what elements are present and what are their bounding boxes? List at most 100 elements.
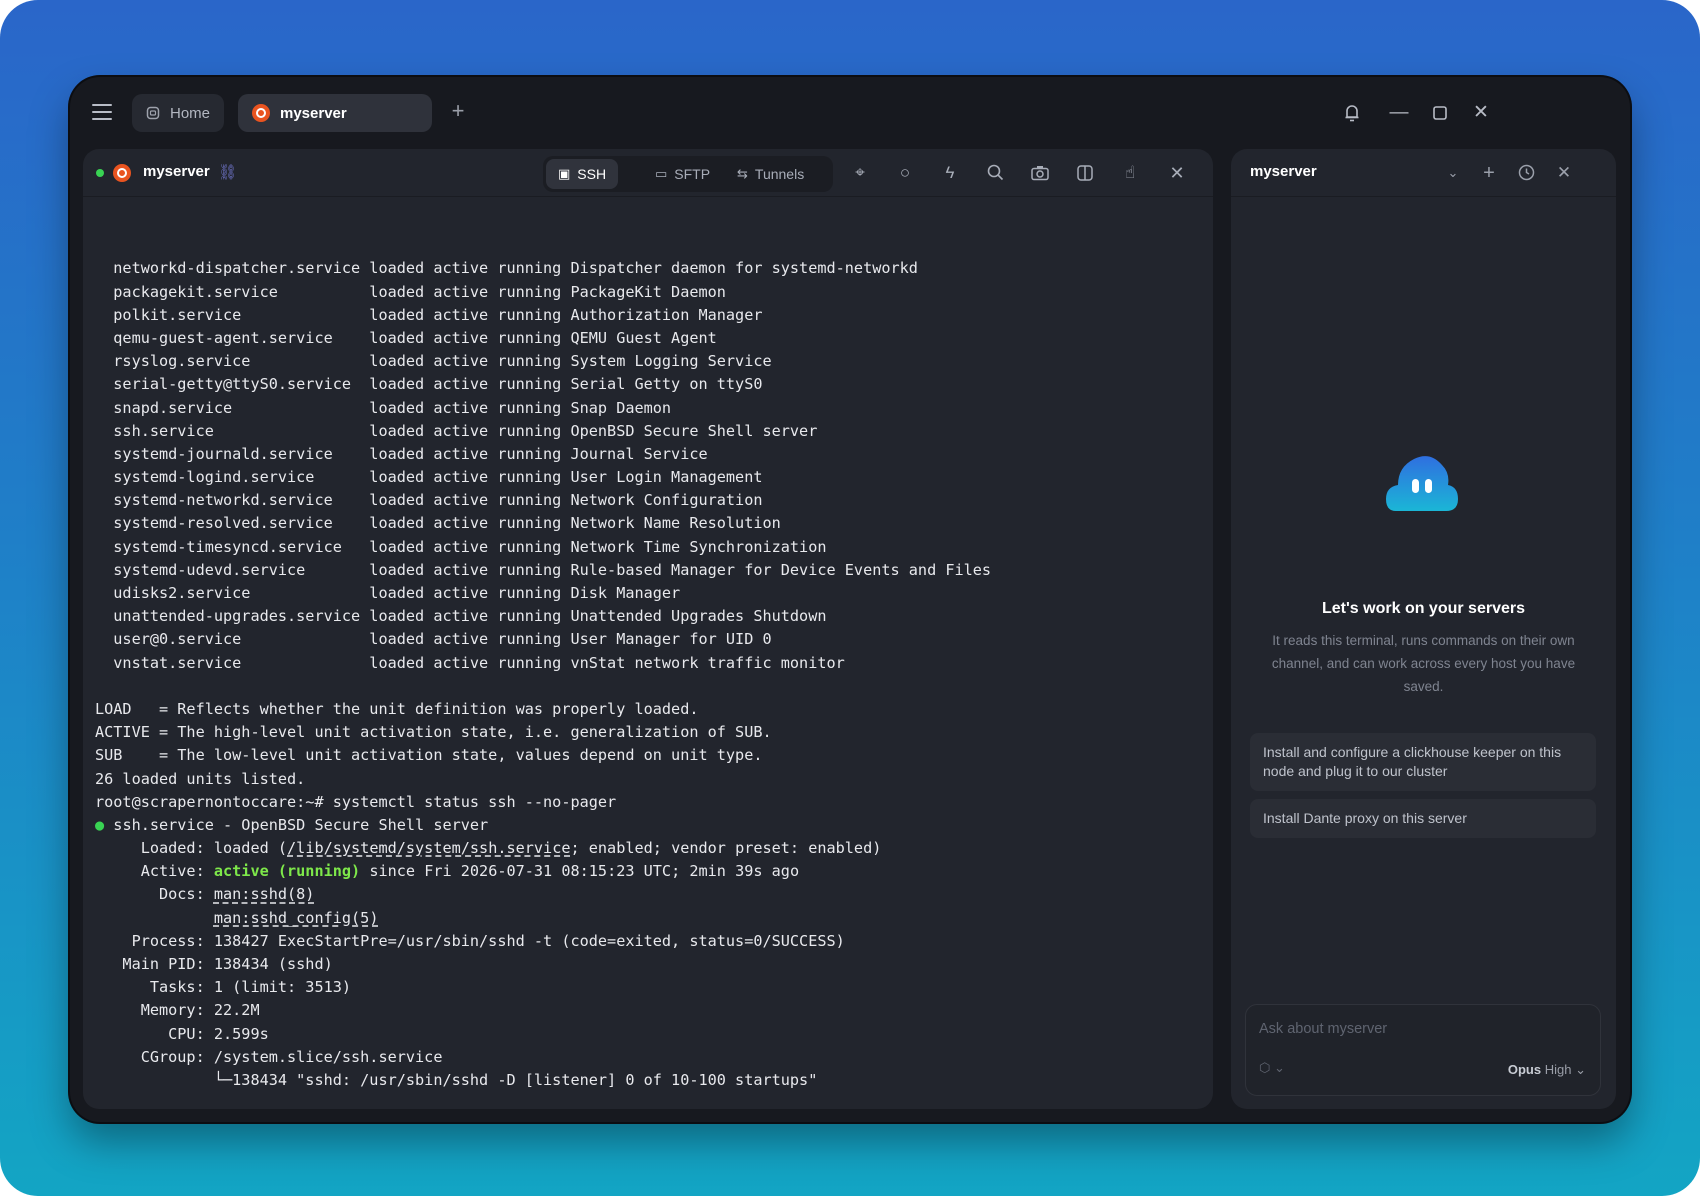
doc-link-sshd[interactable]: man:sshd(8) [214,885,315,903]
close-assistant-button[interactable]: ✕ [1552,161,1576,185]
add-tab-button[interactable]: + [446,99,470,123]
mode-ssh-button[interactable]: ▣ SSH [546,159,619,189]
mode-sftp-button[interactable]: ▭ SFTP [643,159,722,189]
ubuntu-icon [113,164,131,182]
permissions-toggle[interactable]: ⬡ ⌄ [1259,1060,1285,1076]
gesture-icon: ☝ [1124,163,1136,182]
history-button[interactable] [1514,161,1538,185]
terminal-panel: myserver ⛓ ▣ SSH ▭ SFTP ⇆ Tunnels ⌖ ○ ϟ … [83,149,1213,1109]
assistant-input-placeholder: Ask about myserver [1259,1021,1388,1037]
maximize-icon [1433,106,1447,120]
server-name: myserver [143,163,210,180]
terminal-header: myserver ⛓ ▣ SSH ▭ SFTP ⇆ Tunnels ⌖ ○ ϟ … [83,149,1213,197]
assistant-mascot-icon [1386,456,1458,511]
home-icon [146,106,160,120]
status-detail-line: Main PID: 138434 (sshd) [95,955,333,974]
assistant-description: It reads this terminal, runs commands on… [1271,633,1576,694]
assistant-heading: Let's work on your servers [1322,600,1525,617]
terminal-line: serial-getty@ttyS0.service loaded active… [95,375,763,394]
terminal-output[interactable]: networkd-dispatcher.service loaded activ… [95,211,1203,1099]
assistant-panel: myserver ⌄ + ✕ Let's work on your server… [1231,149,1616,1109]
terminal-line: udisks2.service loaded active running Di… [95,584,681,603]
close-icon: ✕ [1556,163,1572,182]
tab-myserver[interactable]: myserver [238,94,432,132]
search-icon [987,164,1003,181]
suggestion-dante[interactable]: Install Dante proxy on this server [1250,799,1596,838]
terminal-line: LOAD = Reflects whether the unit definit… [95,699,699,718]
desktop-background: Home myserver + — ✕ myserver ⛓ ▣ SSH ▭ S… [0,0,1700,1196]
notifications-button[interactable] [1338,99,1366,127]
mode-sftp-label: SFTP [674,166,711,182]
arrows-icon: ⇆ [737,166,748,181]
minimize-button[interactable]: — [1385,99,1413,127]
folder-icon: ▭ [655,166,668,181]
close-window-button[interactable]: ✕ [1467,99,1495,127]
snippets-icon: ϟ [945,163,955,182]
record-button[interactable]: ○ [893,161,917,185]
terminal-line: systemd-logind.service loaded active run… [95,468,763,487]
new-chat-button[interactable]: + [1477,161,1501,185]
model-selector[interactable]: Opus High ⌄ [1508,1062,1586,1078]
mode-tunnels-button[interactable]: ⇆ Tunnels [725,159,816,189]
terminal-line: user@0.service loaded active running Use… [95,630,772,649]
model-name: Opus [1507,1062,1542,1077]
terminal-line: 26 loaded units listed. [95,769,306,788]
chevron-down-icon: ⌄ [1273,1060,1285,1075]
camera-icon [1031,166,1049,181]
plus-icon: + [1483,162,1495,184]
terminal-line: systemd-networkd.service loaded active r… [95,491,763,510]
close-session-button[interactable]: ✕ [1165,161,1189,185]
gesture-button[interactable]: ☝ [1118,161,1142,185]
tab-myserver-label: myserver [280,104,347,122]
shield-icon: ⬡ [1259,1060,1271,1075]
app-window: Home myserver + — ✕ myserver ⛓ ▣ SSH ▭ S… [70,77,1630,1122]
host-dropdown-button[interactable]: ⌄ [1441,161,1465,185]
status-service-line: ● ssh.service - OpenBSD Secure Shell ser… [95,815,489,834]
status-detail-line: CPU: 2.599s [95,1024,269,1043]
title-bar: Home myserver + — ✕ [70,77,1630,149]
chevron-down-icon: ⌄ [1575,1062,1586,1077]
suggestion-clickhouse[interactable]: Install and configure a clickhouse keepe… [1250,733,1596,791]
broadcast-icon: ⌖ [855,163,865,182]
assistant-title: myserver [1250,163,1317,180]
link-icon[interactable]: ⛓ [218,163,237,181]
assistant-header: myserver ⌄ + ✕ [1231,149,1616,197]
assistant-input[interactable]: Ask about myserver ⬡ ⌄ Opus High ⌄ [1245,1004,1601,1096]
search-button[interactable] [983,161,1007,185]
mode-ssh-label: SSH [577,166,607,182]
connection-mode-switch: ▣ SSH ▭ SFTP ⇆ Tunnels [543,156,833,192]
terminal-line: root@scrapernontoccare:~# systemctl stat… [95,792,617,811]
status-detail-line: Memory: 22.2M [95,1001,260,1020]
status-docs-line: Docs: man:sshd(8) [95,885,315,904]
status-loaded-line: Loaded: loaded (/lib/systemd/system/ssh.… [95,839,882,858]
status-active-line: Active: active (running) since Fri 2026-… [95,862,800,881]
terminal-line: qemu-guest-agent.service loaded active r… [95,328,717,347]
terminal-line: vnstat.service loaded active running vnS… [95,653,845,672]
connection-status-dot [96,169,104,177]
split-view-button[interactable] [1073,161,1097,185]
screenshot-button[interactable] [1028,161,1052,185]
terminal-line: systemd-journald.service loaded active r… [95,444,708,463]
terminal-line: ACTIVE = The high-level unit activation … [95,723,772,742]
maximize-button[interactable] [1426,99,1454,127]
terminal-line: packagekit.service loaded active running… [95,282,726,301]
tab-home[interactable]: Home [132,94,224,132]
broadcast-button[interactable]: ⌖ [848,161,872,185]
status-docs-line-2: man:sshd_config(5) [95,907,1203,930]
doc-link-sshd-config[interactable]: man:sshd_config(5) [214,909,379,927]
menu-icon[interactable] [92,104,112,120]
terminal-line: unattended-upgrades.service loaded activ… [95,607,827,626]
terminal-line: rsyslog.service loaded active running Sy… [95,352,772,371]
status-detail-line: Tasks: 1 (limit: 3513) [95,978,352,997]
snippets-button[interactable]: ϟ [938,161,962,185]
mode-tunnels-label: Tunnels [754,166,805,182]
close-icon: ✕ [1169,163,1185,183]
active-bullet: ● [95,815,105,834]
unit-file-link[interactable]: /lib/systemd/system/ssh.service [287,839,570,857]
terminal-line: systemd-udevd.service loaded active runn… [95,560,992,579]
terminal-line: polkit.service loaded active running Aut… [95,305,763,324]
record-icon: ○ [899,163,911,182]
plus-icon: + [451,98,465,123]
ubuntu-icon [252,104,270,122]
